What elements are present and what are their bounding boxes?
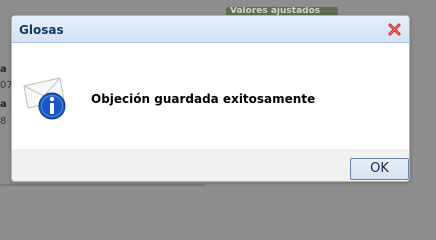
message-dialog: Glosas Objeción guardada exitosamente OK (11, 15, 410, 182)
dialog-message: Objeción guardada exitosamente (91, 92, 316, 106)
ok-button[interactable]: OK (350, 158, 409, 180)
dialog-footer: OK (12, 149, 409, 181)
dialog-title: Glosas (19, 23, 64, 37)
dialog-titlebar: Glosas (12, 16, 409, 43)
background-text-fragment: 8 (0, 116, 7, 127)
background-divider (0, 184, 205, 186)
envelope-info-icon (23, 77, 66, 120)
close-icon[interactable] (387, 22, 402, 37)
dialog-body: Objeción guardada exitosamente (12, 44, 409, 149)
